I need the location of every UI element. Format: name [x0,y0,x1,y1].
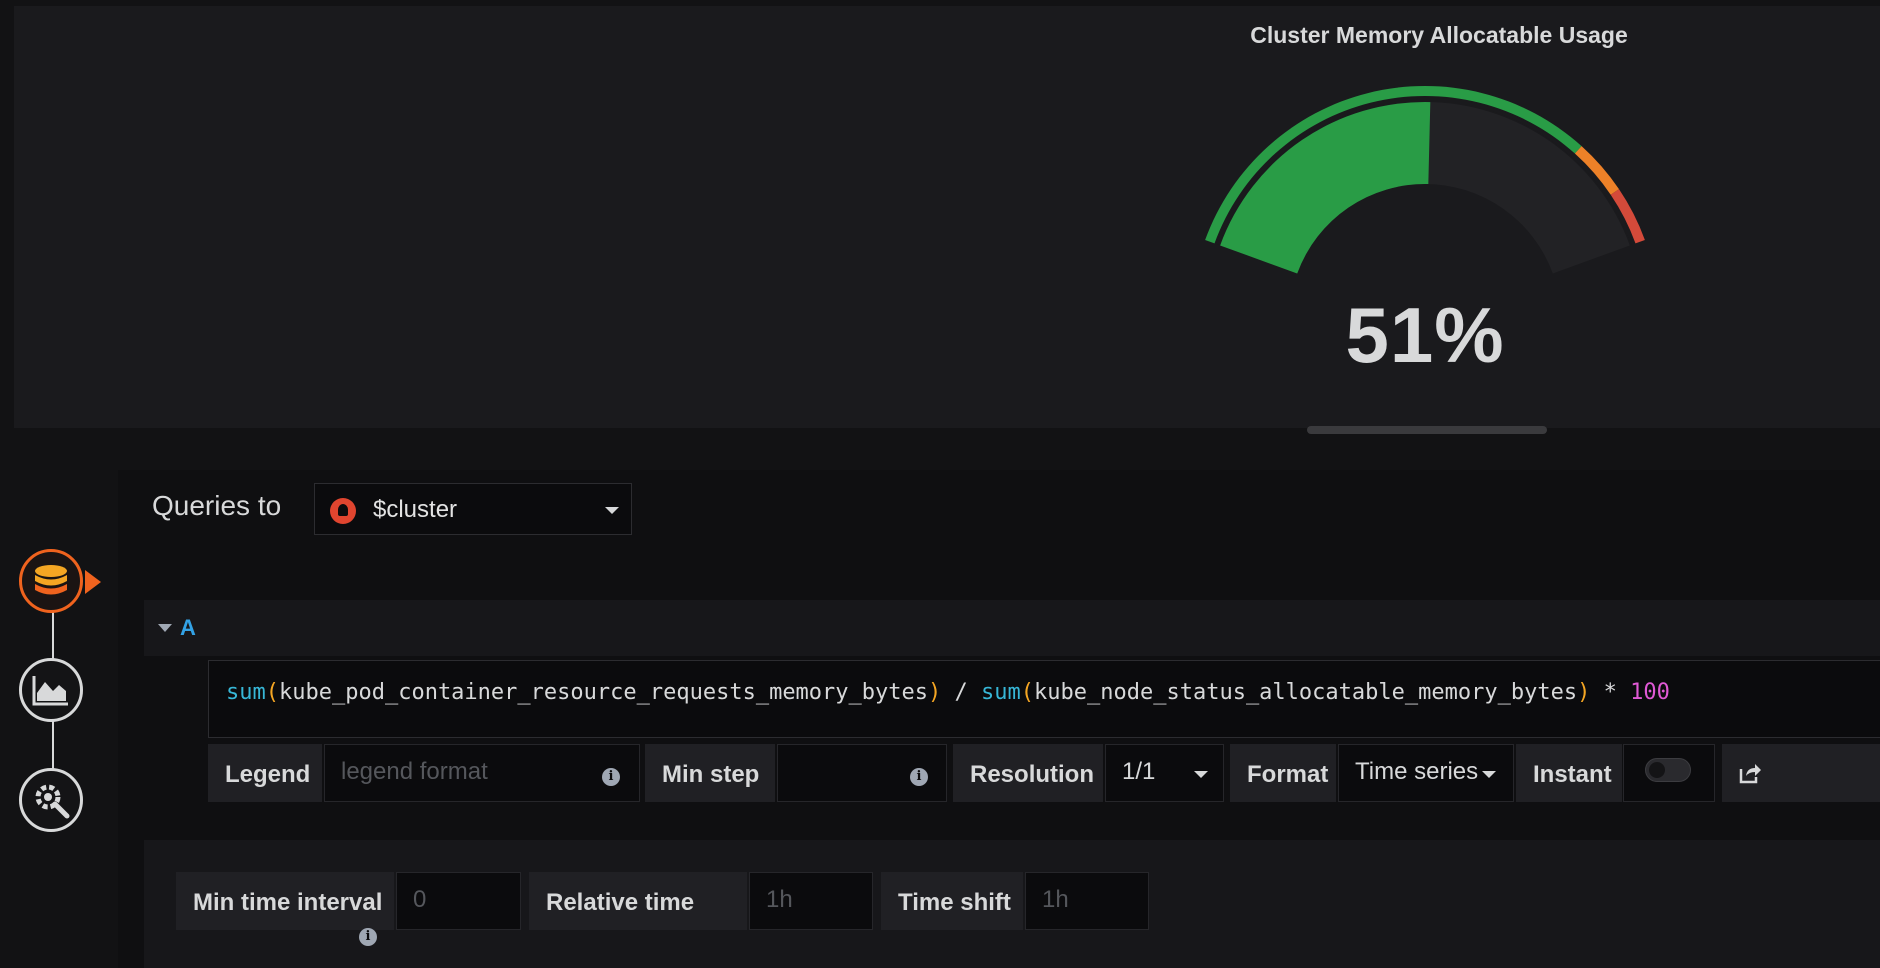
datasource-name: $cluster [373,496,458,523]
instant-toggle[interactable] [1645,758,1691,782]
gear-wrench-icon [35,784,70,819]
queries-tab-button[interactable] [19,549,83,613]
expr-paren: ( [1020,680,1035,705]
toggle-knob [1649,762,1665,778]
gauge-value: 51% [1345,291,1505,379]
time-shift-label: Time shift [881,872,1023,930]
panel-title[interactable]: Cluster Memory Allocatable Usage [14,22,1880,49]
prometheus-icon [330,498,356,524]
datasource-picker[interactable]: $cluster [314,483,632,535]
info-icon[interactable]: i [910,768,928,786]
resolution-select[interactable]: 1/1 [1105,744,1224,802]
expr-metric: kube_node_status_allocatable_memory_byte… [1034,680,1578,705]
expr-paren: ) [928,680,942,705]
info-icon[interactable]: i [359,928,377,946]
query-ref-id[interactable]: A [180,615,196,641]
info-icon[interactable]: i [602,768,620,786]
expr-operator: * [1590,680,1631,705]
chevron-down-icon [1194,771,1208,778]
legend-format-input[interactable]: legend format [324,744,640,802]
expr-operator: / [941,680,982,705]
chevron-down-icon [605,507,619,514]
query-row-header[interactable] [144,600,1880,656]
panel-resize-handle[interactable] [1307,426,1547,434]
relative-time-label: Relative time [529,872,747,930]
instant-label: Instant [1516,744,1622,802]
resolution-label: Resolution [953,744,1103,802]
expr-function: sum [226,680,266,705]
expr-metric: kube_pod_container_resource_requests_mem… [279,680,929,705]
expr-function: sum [981,680,1021,705]
gauge-value-fill [1220,101,1431,274]
relative-time-input[interactable]: 1h [749,872,873,930]
expr-paren: ) [1577,680,1591,705]
min-time-interval-input[interactable]: 0 [396,872,521,930]
general-tab-button[interactable] [19,768,83,832]
collapse-caret-icon[interactable] [158,624,172,632]
query-expression-input[interactable]: sum(kube_pod_container_resource_requests… [208,660,1880,738]
format-label: Format [1230,744,1336,802]
legend-label: Legend [208,744,322,802]
active-tab-pointer [85,570,101,594]
area-chart-icon [32,676,68,706]
format-select[interactable]: Time series [1338,744,1514,802]
expr-paren: ( [265,680,279,705]
min-time-interval-label: Min time interval [176,872,394,930]
resolution-value: 1/1 [1122,758,1156,785]
queries-to-label: Queries to [152,490,282,521]
share-icon[interactable] [1738,762,1762,784]
time-shift-input[interactable]: 1h [1025,872,1149,930]
expr-number: 100 [1630,680,1670,705]
visualization-tab-button[interactable] [19,658,83,722]
min-step-label: Min step [645,744,775,802]
chevron-down-icon [1482,771,1496,778]
format-value: Time series [1355,758,1479,785]
database-icon [35,565,67,595]
